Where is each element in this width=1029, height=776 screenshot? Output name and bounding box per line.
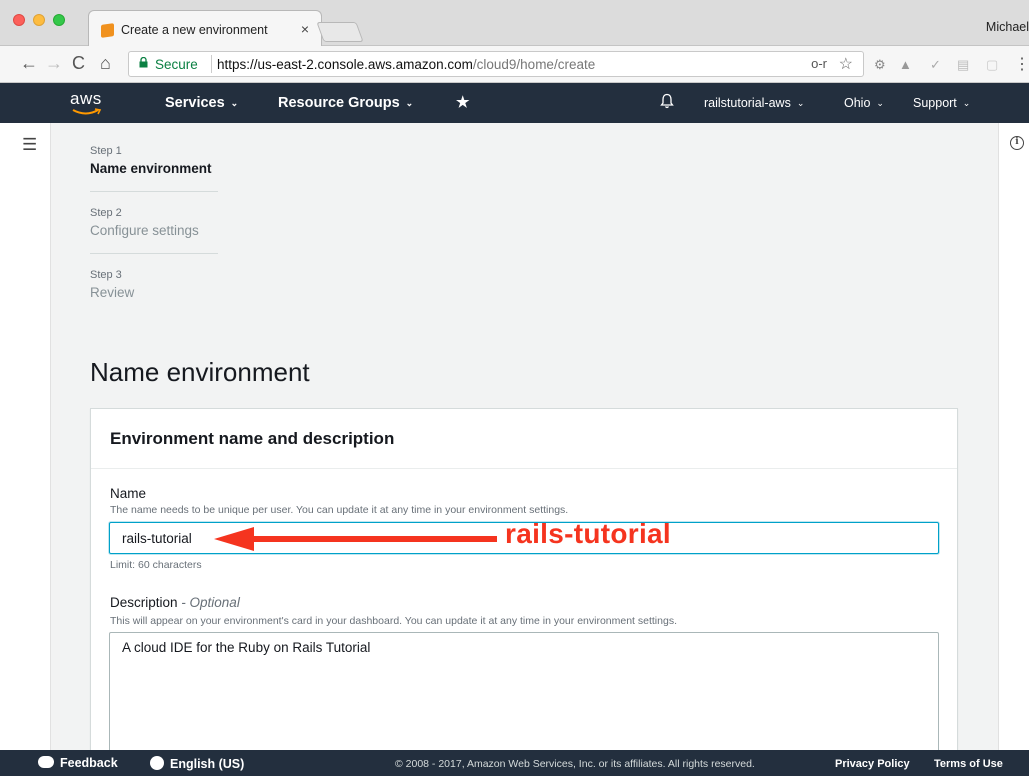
description-textarea[interactable]: A cloud IDE for the Ruby on Rails Tutori… — [109, 632, 939, 750]
description-label: Description - Optional — [110, 595, 240, 610]
name-limit-hint: Limit: 60 characters — [110, 559, 202, 571]
description-label-text: Description — [110, 595, 178, 610]
console-footer: Feedback English (US) © 2008 - 2017, Ama… — [0, 750, 1029, 776]
minimize-window-button[interactable] — [33, 14, 45, 26]
browser-titlebar: Create a new environment × Michael — [0, 0, 1029, 47]
omnibox-divider — [211, 55, 212, 73]
terms-of-use-link[interactable]: Terms of Use — [934, 758, 1003, 770]
wizard-step-2: Step 2 Configure settings — [90, 207, 218, 238]
browser-menu-icon[interactable]: ⋮ — [1014, 54, 1029, 74]
extension-shield-icon[interactable]: ▢ — [986, 57, 998, 73]
feedback-label: Feedback — [60, 756, 118, 770]
extension-gear-icon[interactable]: ⚙ — [874, 57, 886, 73]
chevron-down-icon: ⌄ — [405, 98, 414, 108]
step-name: Name environment — [90, 161, 212, 176]
url-scheme: https:// — [217, 57, 258, 72]
lock-icon — [139, 57, 148, 68]
url-text[interactable]: https://us-east-2.console.aws.amazon.com… — [217, 57, 595, 72]
language-selector[interactable]: English (US) — [150, 756, 244, 771]
step-divider — [90, 253, 218, 254]
account-menu[interactable]: railstutorial-aws ⌄ — [704, 96, 804, 110]
right-rail: i — [998, 123, 1029, 750]
chevron-down-icon: ⌄ — [876, 98, 884, 108]
services-label: Services — [165, 95, 225, 111]
left-rail: ☰ — [0, 123, 51, 750]
name-hint: The name needs to be unique per user. Yo… — [110, 504, 569, 516]
account-label: railstutorial-aws — [704, 96, 791, 110]
extension-check-icon[interactable]: ✓ — [930, 57, 941, 73]
step-divider — [90, 191, 218, 192]
privacy-policy-link[interactable]: Privacy Policy — [835, 758, 910, 770]
secure-label: Secure — [155, 57, 198, 72]
name-label: Name — [110, 486, 147, 501]
aws-logo-text: aws — [70, 89, 102, 108]
tab-close-icon[interactable]: × — [301, 21, 309, 37]
close-window-button[interactable] — [13, 14, 25, 26]
step-label: Step 3 — [90, 269, 122, 281]
home-icon[interactable]: ⌂ — [100, 53, 111, 74]
bell-icon[interactable] — [660, 93, 674, 113]
address-bar[interactable]: Secure https://us-east-2.console.aws.ama… — [128, 51, 864, 77]
panel-title: Environment name and description — [110, 429, 395, 448]
feedback-link[interactable]: Feedback — [38, 756, 118, 770]
profile-name[interactable]: Michael — [986, 20, 1029, 34]
services-menu[interactable]: Services ⌄ — [165, 95, 238, 111]
chevron-down-icon: ⌄ — [962, 98, 971, 108]
region-menu[interactable]: Ohio ⌄ — [844, 96, 884, 110]
description-separator: - — [177, 595, 190, 610]
feedback-bubble-icon — [38, 756, 54, 768]
resource-groups-label: Resource Groups — [278, 95, 400, 111]
new-tab-button[interactable] — [316, 22, 364, 42]
tab-title: Create a new environment — [121, 23, 268, 37]
info-icon[interactable]: i — [1010, 136, 1024, 150]
step-label: Step 1 — [90, 145, 122, 157]
reload-icon[interactable]: C — [72, 53, 85, 74]
bookmark-star-icon[interactable]: ☆ — [839, 54, 853, 74]
step-label: Step 2 — [90, 207, 122, 219]
page-title: Name environment — [90, 357, 310, 387]
aws-logo[interactable]: aws — [70, 89, 114, 117]
aws-navbar: aws Services ⌄ Resource Groups ⌄ ★ railstu… — [0, 83, 1029, 123]
forward-arrow-icon[interactable]: → — [45, 53, 63, 74]
main-content: Step 1 Name environment Step 2 Configure… — [51, 123, 998, 750]
zoom-window-button[interactable] — [53, 14, 65, 26]
extension-drive-icon[interactable]: ▲ — [899, 57, 912, 72]
key-icon[interactable]: o-r — [811, 56, 827, 71]
chevron-down-icon: ⌄ — [796, 98, 805, 108]
chevron-down-icon: ⌄ — [230, 98, 239, 108]
url-host: us-east-2.console.aws.amazon.com — [257, 57, 473, 72]
hamburger-icon[interactable]: ☰ — [22, 135, 37, 155]
browser-tab[interactable]: Create a new environment × — [88, 10, 322, 47]
copyright-text: © 2008 - 2017, Amazon Web Services, Inc.… — [395, 758, 755, 770]
language-label: English (US) — [170, 757, 245, 771]
resource-groups-menu[interactable]: Resource Groups ⌄ — [278, 95, 413, 111]
step-name: Review — [90, 285, 135, 300]
region-label: Ohio — [844, 96, 871, 110]
step-name: Configure settings — [90, 223, 199, 238]
extension-page-icon[interactable]: ▤ — [957, 57, 969, 73]
description-hint: This will appear on your environment's c… — [110, 615, 677, 627]
annotation-label: rails-tutorial — [505, 518, 672, 549]
aws-smile-icon — [72, 108, 102, 115]
description-optional-tag: Optional — [189, 595, 240, 610]
globe-icon — [150, 756, 164, 770]
url-path: /cloud9/home/create — [472, 57, 596, 72]
environment-panel: Environment name and description Name Th… — [90, 408, 958, 750]
pin-icon[interactable]: ★ — [456, 93, 469, 111]
wizard-step-1[interactable]: Step 1 Name environment — [90, 145, 218, 176]
browser-toolbar: ← → C ⌂ Secure https://us-east-2.console… — [0, 46, 1029, 83]
wizard-step-3: Step 3 Review — [90, 269, 218, 300]
support-menu[interactable]: Support ⌄ — [913, 96, 970, 110]
bell-icon-graphic — [660, 93, 674, 109]
support-label: Support — [913, 96, 957, 110]
back-arrow-icon[interactable]: ← — [20, 53, 38, 74]
annotation-arrow — [214, 527, 497, 551]
panel-header: Environment name and description — [91, 409, 957, 469]
aws-cube-icon — [101, 23, 114, 38]
